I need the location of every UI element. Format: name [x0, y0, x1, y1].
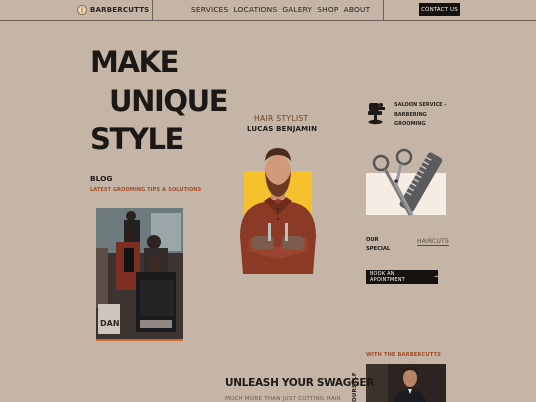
our-special-label: OUR SPECIAL	[366, 236, 390, 254]
nav-item-services[interactable]: SERVICES	[191, 5, 228, 14]
nav-item-about[interactable]: ABOUT	[344, 5, 371, 14]
hero-line-unique: UNIQUE	[109, 84, 229, 118]
brand-name: BARBERCUTTS	[90, 6, 150, 14]
divider	[383, 0, 384, 21]
top-navigation-bar: BARBERCUTTS SERVICES LOCATIONS GALERY SH…	[0, 0, 536, 21]
stylist-role: HAIR STYLIST	[254, 114, 309, 123]
main-nav: SERVICES LOCATIONS GALERY SHOP ABOUT	[191, 5, 370, 14]
section-title: UNLEASH YOUR SWAGGER	[225, 377, 375, 389]
team-section-title: WITH THE BARBERCUTTS	[366, 352, 441, 358]
team-photo	[366, 364, 446, 402]
haircuts-link[interactable]: HAIRCUTS	[417, 238, 449, 246]
barber-chair-icon	[365, 101, 387, 125]
hero-line-style: STYLE	[90, 122, 184, 156]
book-appointment-button[interactable]: BOOK AN APOINTMENT →	[366, 270, 438, 284]
barbershop-photo: DAN	[96, 208, 183, 341]
barber-pole-icon	[77, 5, 87, 15]
svg-text:DAN: DAN	[100, 319, 120, 328]
service-line: BARBERING	[394, 111, 427, 118]
nav-item-galery[interactable]: GALERY	[282, 5, 312, 14]
stylist-photo	[228, 141, 328, 274]
scissors-comb-icon	[366, 145, 446, 219]
special-line: SPECIAL	[366, 246, 391, 252]
nav-item-shop[interactable]: SHOP	[317, 5, 338, 14]
brand-logo[interactable]: BARBERCUTTS	[77, 3, 149, 17]
services-description: SALOON SERVICE - BARBERING GROOMING	[394, 101, 446, 130]
service-line: SALOON SERVICE -	[394, 102, 447, 108]
section-subtitle: MUCH MORE THAN JUST CUTTING HAIR	[225, 396, 341, 402]
contact-us-button[interactable]: CONTACT US	[419, 3, 460, 16]
divider	[152, 0, 153, 21]
nav-item-locations[interactable]: LOCATIONS	[233, 5, 277, 14]
service-line: GROOMING	[394, 121, 426, 127]
book-appointment-label: BOOK AN APOINTMENT	[370, 271, 405, 283]
special-line: OUR	[366, 237, 379, 243]
arrow-right-icon: →	[433, 274, 438, 280]
blog-subtitle[interactable]: LATEST GROOMING TIPS & SOLUTIONS	[90, 187, 201, 193]
blog-title[interactable]: BLOG	[90, 174, 112, 183]
hero-line-make: MAKE	[90, 45, 179, 79]
stylist-name: LUCAS BENJAMIN	[247, 125, 318, 133]
